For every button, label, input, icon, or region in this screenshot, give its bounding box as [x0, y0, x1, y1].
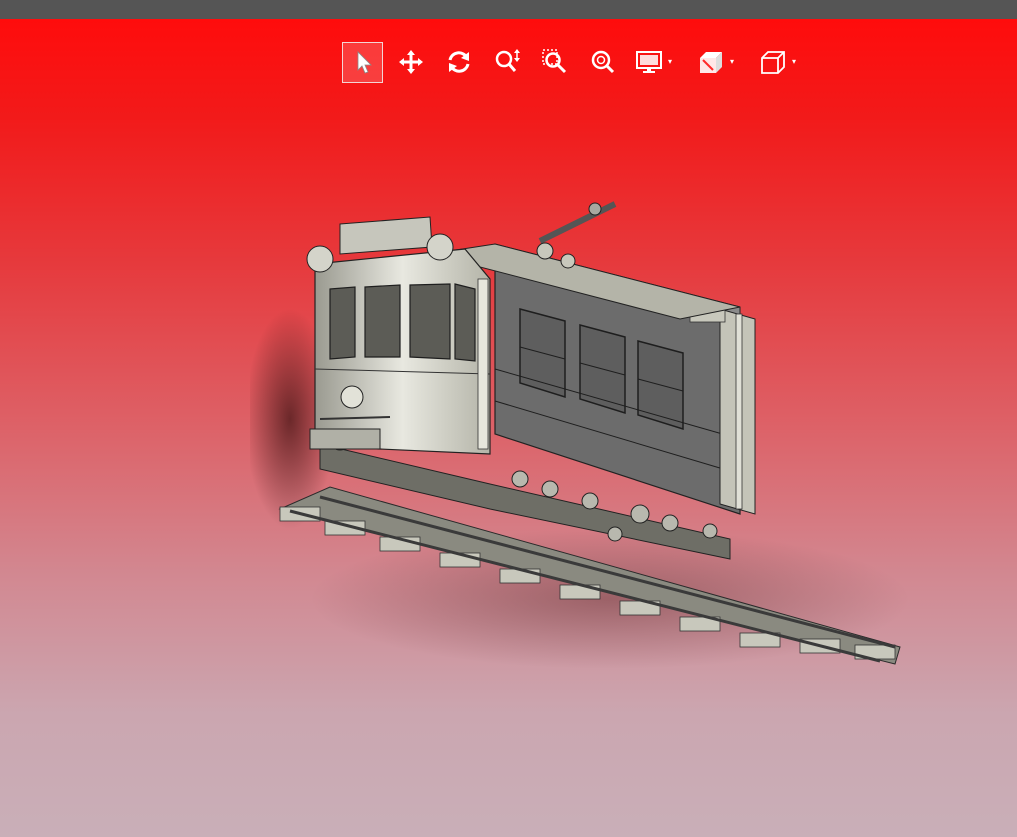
cube-view-icon [761, 51, 785, 74]
rotate-icon [448, 51, 470, 73]
chevron-down-icon: ▾ [792, 57, 797, 66]
select-tool-button[interactable] [342, 41, 383, 83]
zoom-fit-tool-button[interactable] [583, 42, 623, 82]
section-cube-icon [700, 52, 722, 73]
zoom-window-tool-button[interactable] [535, 42, 575, 82]
monitor-icon [636, 51, 662, 73]
display-style-button[interactable]: ▾ [631, 42, 681, 82]
move-arrows-icon [399, 50, 423, 74]
pan-tool-button[interactable] [391, 42, 431, 82]
section-view-button[interactable]: ▾ [693, 42, 743, 82]
chevron-down-icon: ▾ [730, 57, 735, 66]
view-orientation-button[interactable]: ▾ [755, 42, 805, 82]
zoom-vertical-icon [495, 49, 520, 72]
zoom-fit-icon [591, 50, 615, 74]
view-toolbar: ▾ ▾ ▾ [342, 41, 817, 83]
window-titlebar [0, 0, 1017, 19]
tram-model-drawing [250, 201, 910, 669]
3d-viewport[interactable]: ▾ ▾ ▾ [0, 19, 1017, 837]
tram-model[interactable] [250, 169, 930, 709]
cursor-arrow-icon [357, 51, 372, 74]
zoom-window-icon [542, 49, 567, 74]
tram-front-cab [306, 216, 491, 455]
chevron-down-icon: ▾ [668, 57, 673, 66]
rotate-tool-button[interactable] [439, 42, 479, 82]
zoom-tool-button[interactable] [487, 42, 527, 82]
